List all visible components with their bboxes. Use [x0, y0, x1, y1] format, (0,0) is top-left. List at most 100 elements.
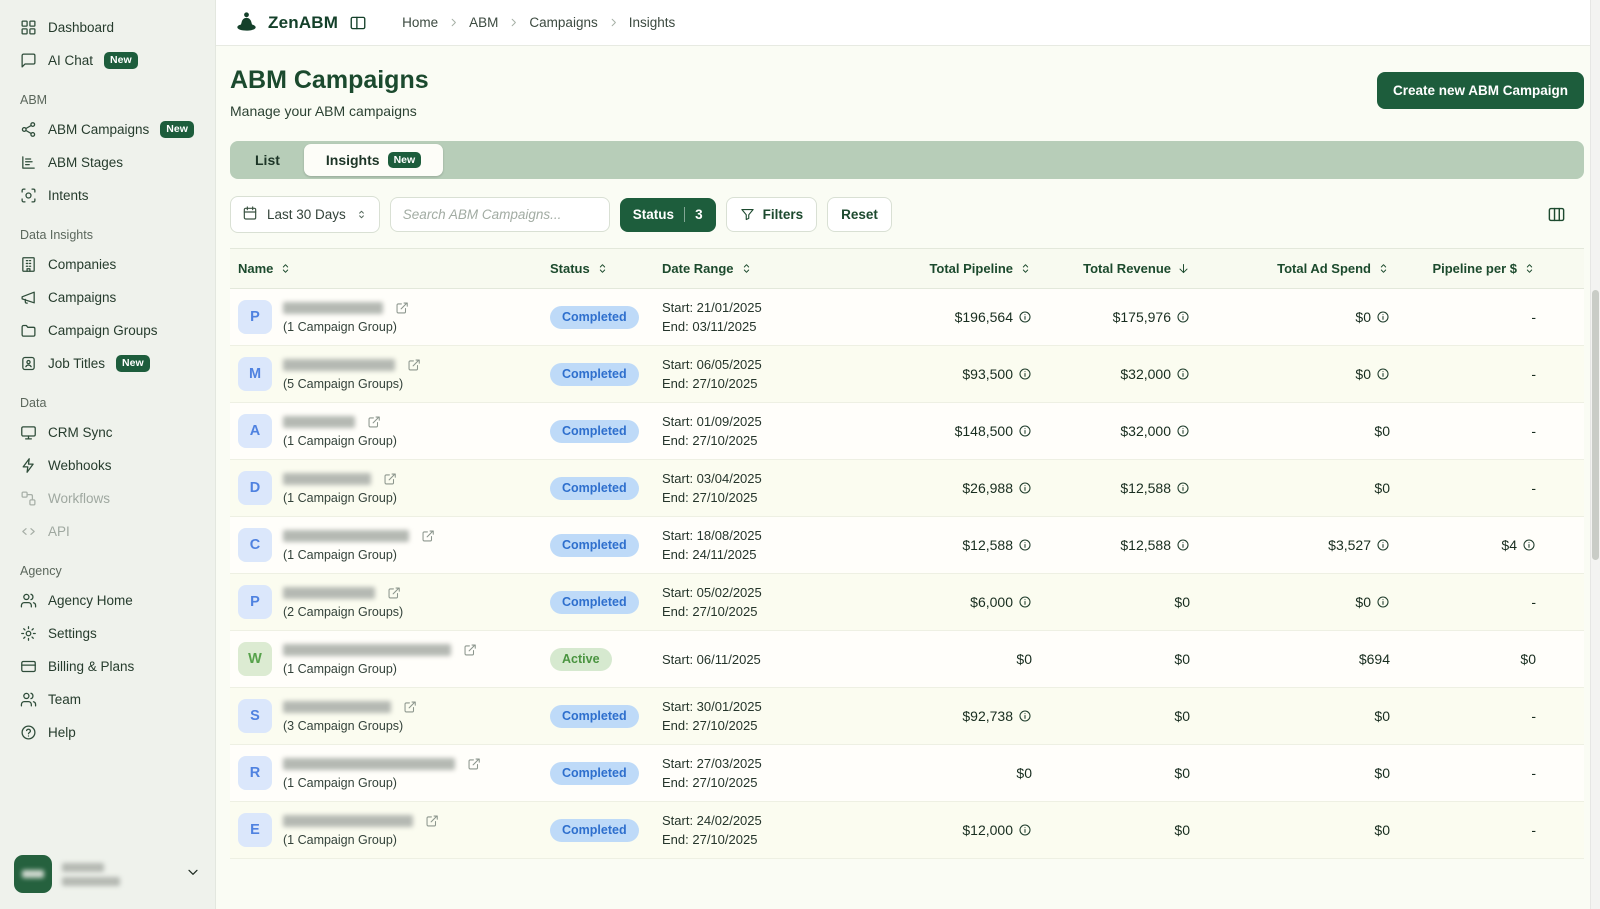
sidebar-item-intents[interactable]: Intents [12, 180, 203, 211]
table-row[interactable]: P(2 Campaign Groups)CompletedStart: 05/0… [230, 574, 1584, 631]
table-row[interactable]: P(1 Campaign Group)CompletedStart: 21/01… [230, 289, 1584, 346]
column-header-total-revenue[interactable]: Total Revenue [1040, 249, 1198, 288]
column-header-total-pipeline[interactable]: Total Pipeline [872, 249, 1040, 288]
external-link-icon[interactable] [395, 301, 409, 315]
info-icon[interactable] [1018, 424, 1032, 438]
info-icon[interactable] [1018, 310, 1032, 324]
info-icon[interactable] [1176, 538, 1190, 552]
breadcrumb-item-insights[interactable]: Insights [629, 15, 676, 30]
reset-button[interactable]: Reset [827, 197, 892, 232]
table-row[interactable]: C(1 Campaign Group)CompletedStart: 18/08… [230, 517, 1584, 574]
table-row[interactable]: M(5 Campaign Groups)CompletedStart: 06/0… [230, 346, 1584, 403]
table-row[interactable]: S(3 Campaign Groups)CompletedStart: 30/0… [230, 688, 1584, 745]
status-badge: Completed [550, 534, 639, 557]
status-filter-button[interactable]: Status 3 [620, 198, 716, 232]
info-icon[interactable] [1522, 538, 1536, 552]
info-icon[interactable] [1176, 424, 1190, 438]
info-icon[interactable] [1176, 481, 1190, 495]
redacted-name [283, 815, 413, 827]
sidebar-toggle-icon[interactable] [349, 14, 367, 32]
info-icon[interactable] [1018, 709, 1032, 723]
info-icon[interactable] [1176, 367, 1190, 381]
table-row[interactable]: E(1 Campaign Group)CompletedStart: 24/02… [230, 802, 1584, 859]
info-icon[interactable] [1018, 367, 1032, 381]
date-range-cell: Start: 21/01/2025End: 03/11/2025 [654, 292, 872, 342]
table-row[interactable]: A(1 Campaign Group)CompletedStart: 01/09… [230, 403, 1584, 460]
chevron-down-icon[interactable] [185, 864, 201, 885]
zap-icon [20, 457, 37, 474]
sidebar-item-abm-campaigns[interactable]: ABM CampaignsNew [12, 114, 203, 145]
breadcrumb-item-campaigns[interactable]: Campaigns [529, 15, 597, 30]
breadcrumb-item-abm[interactable]: ABM [469, 15, 498, 30]
sort-icon [1377, 262, 1390, 275]
sidebar-item-agency-home[interactable]: Agency Home [12, 585, 203, 616]
redacted-name [283, 587, 375, 599]
column-header-total-ad-spend[interactable]: Total Ad Spend [1198, 249, 1398, 288]
create-campaign-button[interactable]: Create new ABM Campaign [1377, 72, 1584, 109]
monitor-icon [20, 424, 37, 441]
sidebar-item-job-titles[interactable]: Job TitlesNew [12, 348, 203, 379]
external-link-icon[interactable] [463, 643, 477, 657]
sidebar-item-companies[interactable]: Companies [12, 249, 203, 280]
external-link-icon[interactable] [425, 814, 439, 828]
column-header-pipeline-per[interactable]: Pipeline per $ [1398, 249, 1584, 288]
sidebar-item-ai-chat[interactable]: AI ChatNew [12, 45, 203, 76]
page-scrollbar[interactable] [1590, 0, 1600, 909]
sidebar-item-label: Webhooks [48, 458, 112, 473]
column-header-name[interactable]: Name [230, 249, 542, 288]
pipeline-per-dollar-cell: - [1398, 358, 1584, 390]
tab-list[interactable]: List [233, 144, 302, 176]
info-icon[interactable] [1018, 595, 1032, 609]
info-icon[interactable] [1018, 481, 1032, 495]
sidebar-item-campaign-groups[interactable]: Campaign Groups [12, 315, 203, 346]
sidebar-item-campaigns[interactable]: Campaigns [12, 282, 203, 313]
info-icon[interactable] [1376, 367, 1390, 381]
sidebar-item-billing-plans[interactable]: Billing & Plans [12, 651, 203, 682]
info-icon[interactable] [1176, 310, 1190, 324]
external-link-icon[interactable] [367, 415, 381, 429]
external-link-icon[interactable] [383, 472, 397, 486]
total-ad-spend-cell: $0 [1198, 586, 1398, 618]
tab-insights[interactable]: Insights New [304, 144, 443, 176]
date-range-cell: Start: 30/01/2025End: 27/10/2025 [654, 691, 872, 741]
filters-button[interactable]: Filters [726, 197, 818, 232]
sidebar-item-webhooks[interactable]: Webhooks [12, 450, 203, 481]
sort-icon [740, 262, 753, 275]
network-icon [20, 121, 37, 138]
total-ad-spend-cell: $694 [1198, 643, 1398, 675]
sidebar-item-crm-sync[interactable]: CRM Sync [12, 417, 203, 448]
card-icon [20, 658, 37, 675]
scrollbar-thumb[interactable] [1592, 290, 1599, 560]
sidebar-item-help[interactable]: Help [12, 717, 203, 748]
info-icon[interactable] [1376, 310, 1390, 324]
column-header-status[interactable]: Status [542, 249, 654, 288]
sidebar-item-api[interactable]: API [12, 516, 203, 547]
external-link-icon[interactable] [467, 757, 481, 771]
page-title: ABM Campaigns [230, 66, 429, 95]
info-icon[interactable] [1018, 823, 1032, 837]
table-row[interactable]: W(1 Campaign Group)ActiveStart: 06/11/20… [230, 631, 1584, 688]
column-header-date-range[interactable]: Date Range [654, 249, 872, 288]
external-link-icon[interactable] [387, 586, 401, 600]
info-icon[interactable] [1376, 538, 1390, 552]
search-input[interactable] [390, 197, 610, 232]
table-row[interactable]: D(1 Campaign Group)CompletedStart: 03/04… [230, 460, 1584, 517]
column-settings-button[interactable] [1543, 201, 1570, 228]
external-link-icon[interactable] [421, 529, 435, 543]
sidebar-item-abm-stages[interactable]: ABM Stages [12, 147, 203, 178]
sidebar-item-label: ABM Stages [48, 155, 123, 170]
external-link-icon[interactable] [407, 358, 421, 372]
info-icon[interactable] [1018, 538, 1032, 552]
avatar: M [238, 357, 272, 391]
building-icon [20, 256, 37, 273]
sidebar-item-settings[interactable]: Settings [12, 618, 203, 649]
info-icon[interactable] [1376, 595, 1390, 609]
sidebar-item-dashboard[interactable]: Dashboard [12, 12, 203, 43]
table-row[interactable]: R(1 Campaign Group)CompletedStart: 27/03… [230, 745, 1584, 802]
sidebar-item-workflows[interactable]: Workflows [12, 483, 203, 514]
date-range-select[interactable]: Last 30 Days [230, 196, 380, 233]
sidebar-item-team[interactable]: Team [12, 684, 203, 715]
user-menu[interactable] [12, 849, 203, 899]
external-link-icon[interactable] [403, 700, 417, 714]
breadcrumb-item-home[interactable]: Home [402, 15, 438, 30]
